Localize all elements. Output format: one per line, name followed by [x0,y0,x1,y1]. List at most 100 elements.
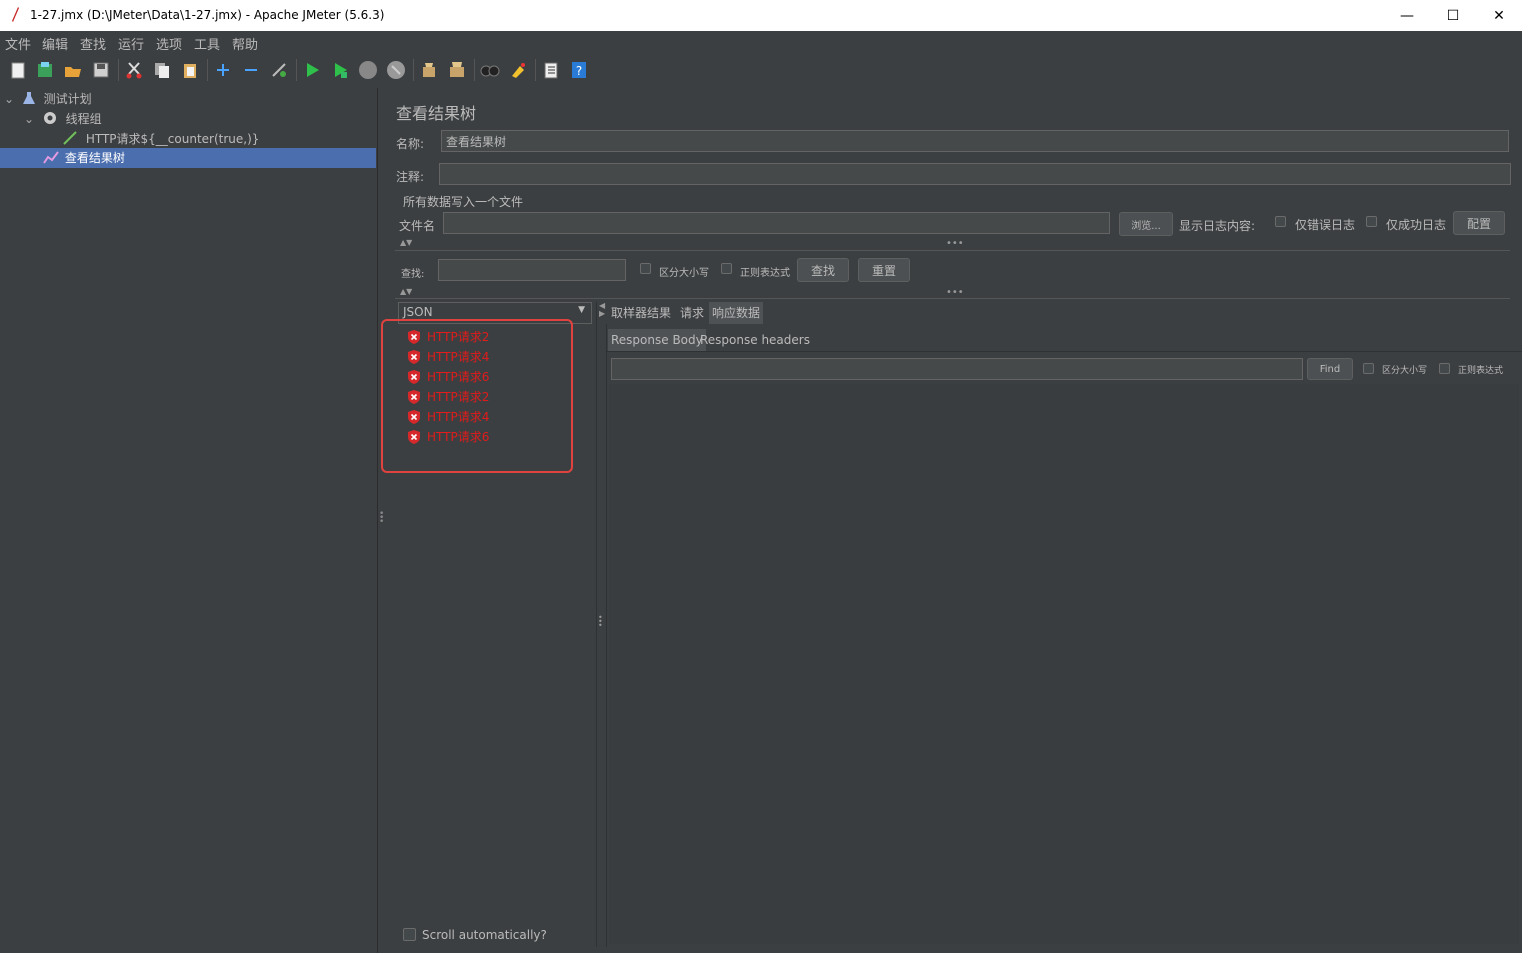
response-case-label: 区分大小写 [1382,366,1428,376]
regex-label: 正则表达式 [740,268,790,279]
test-plan-tree: ⌄ 测试计划 ⌄ 线程组 HTTP请求${__counter(true,)} 查… [0,88,378,953]
file-group-title: 所有数据写入一个文件 [403,195,524,209]
stop-icon[interactable] [357,59,379,81]
scroll-auto-checkbox[interactable] [403,928,416,941]
tree-item-http-request[interactable]: HTTP请求${__counter(true,)} [62,129,259,149]
tab-response-data[interactable]: 响应数据 [709,302,764,324]
chevron-down-icon[interactable]: ⌄ [4,89,18,109]
response-body-area[interactable] [609,384,1519,944]
comment-field[interactable] [439,163,1511,185]
start-icon[interactable] [301,59,323,81]
name-field[interactable]: 查看结果树 [441,130,1509,152]
filename-field[interactable] [443,212,1110,234]
new-icon[interactable] [7,59,29,81]
menu-search[interactable]: 查找 [80,34,106,53]
find-button[interactable]: 查找 [797,258,849,282]
function-helper-icon[interactable] [540,59,562,81]
close-button[interactable]: ✕ [1476,0,1522,31]
title-bar: 1-27.jmx (D:\JMeter\Data\1-27.jmx) - Apa… [0,0,1522,31]
success-only-checkbox[interactable] [1366,216,1377,227]
cut-icon[interactable] [123,59,145,81]
splitter-dots-icon[interactable]: ••• [946,287,964,298]
tree-item-label: 线程组 [65,112,102,126]
search-icon[interactable] [479,59,501,81]
case-sensitive-checkbox[interactable] [640,263,651,274]
jmeter-feather-icon [12,7,19,22]
menu-edit[interactable]: 编辑 [42,34,68,53]
regex-checkbox[interactable] [721,263,732,274]
response-find-button[interactable]: Find [1307,358,1353,380]
collapse-icon[interactable] [240,59,262,81]
divider [606,351,1522,352]
highlight-box [381,319,573,473]
paste-icon[interactable] [179,59,201,81]
success-only-label: 仅成功日志 [1386,218,1447,232]
menu-bar: 文件 编辑 查找 运行 选项 工具 帮助 [0,31,1522,53]
save-icon[interactable] [90,59,112,81]
menu-run[interactable]: 运行 [118,34,144,53]
browse-button[interactable]: 浏览... [1119,212,1173,236]
copy-icon[interactable] [151,59,173,81]
menu-help[interactable]: 帮助 [232,34,258,53]
splitter-dots-icon[interactable]: ••• [946,238,964,249]
tree-item-label: 测试计划 [43,92,92,106]
pipette-icon [63,131,77,145]
clear-icon[interactable] [418,59,440,81]
tab-response-headers[interactable]: Response headers [697,329,813,351]
collapse-arrows-icon[interactable]: ▲▼ [400,287,412,296]
splitter-handle[interactable]: • • • [598,614,603,630]
svg-text:?: ? [576,64,582,78]
errors-only-label: 仅错误日志 [1295,218,1356,232]
menu-file[interactable]: 文件 [5,34,31,53]
reset-search-icon[interactable] [507,59,529,81]
toggle-icon[interactable] [268,59,290,81]
tree-item-test-plan[interactable]: ⌄ 测试计划 [4,89,92,109]
flask-icon [22,92,35,104]
menu-options[interactable]: 选项 [156,34,182,53]
collapse-arrows-icon[interactable]: ▲▼ [400,238,412,247]
chevron-down-icon[interactable]: ▼ [578,305,585,315]
divider [395,250,1510,251]
tree-item-results-tree[interactable]: 查看结果树 [0,148,376,168]
reset-button[interactable]: 重置 [858,258,910,282]
templates-icon[interactable] [34,59,56,81]
response-regex-label: 正则表达式 [1458,366,1504,376]
tab-sampler-result[interactable]: 取样器结果 [608,302,674,324]
expand-icon[interactable] [212,59,234,81]
renderer-value: JSON [403,305,433,319]
maximize-button[interactable]: ☐ [1430,0,1476,31]
configure-button[interactable]: 配置 [1453,211,1505,235]
toolbar: ? [0,53,1522,87]
open-icon[interactable] [62,59,84,81]
search-label: 查找: [401,269,425,280]
clear-all-icon[interactable] [446,59,468,81]
splitter-arrows-icon[interactable]: ◀ ▶ [599,302,605,318]
log-display-label: 显示日志内容: [1179,219,1256,233]
errors-only-checkbox[interactable] [1275,216,1286,227]
response-search-input[interactable] [611,358,1303,380]
start-no-pause-icon[interactable] [329,59,351,81]
splitter-handle[interactable]: • • • [379,510,384,527]
scroll-auto-label: Scroll automatically? [422,928,547,942]
splitter-line [596,302,597,947]
chart-listener-icon [43,151,59,164]
response-regex-checkbox[interactable] [1439,363,1450,374]
filename-label: 文件名 [399,219,436,233]
tree-item-thread-group[interactable]: ⌄ 线程组 [24,109,102,129]
help-icon[interactable]: ? [568,59,590,81]
search-input[interactable] [438,259,626,281]
case-sensitive-label: 区分大小写 [659,268,709,279]
menu-tools[interactable]: 工具 [194,34,220,53]
tree-item-label: HTTP请求${__counter(true,)} [85,132,260,146]
tab-request[interactable]: 请求 [677,302,707,324]
comment-label: 注释: [396,170,425,184]
tree-item-label: 查看结果树 [64,151,125,165]
name-label: 名称: [396,137,425,151]
shutdown-icon[interactable] [385,59,407,81]
page-title: 查看结果树 [396,104,477,123]
divider [395,298,1510,299]
response-case-checkbox[interactable] [1363,363,1374,374]
chevron-down-icon[interactable]: ⌄ [24,109,38,129]
minimize-button[interactable]: — [1384,0,1430,31]
tab-response-body[interactable]: Response Body [608,329,706,351]
